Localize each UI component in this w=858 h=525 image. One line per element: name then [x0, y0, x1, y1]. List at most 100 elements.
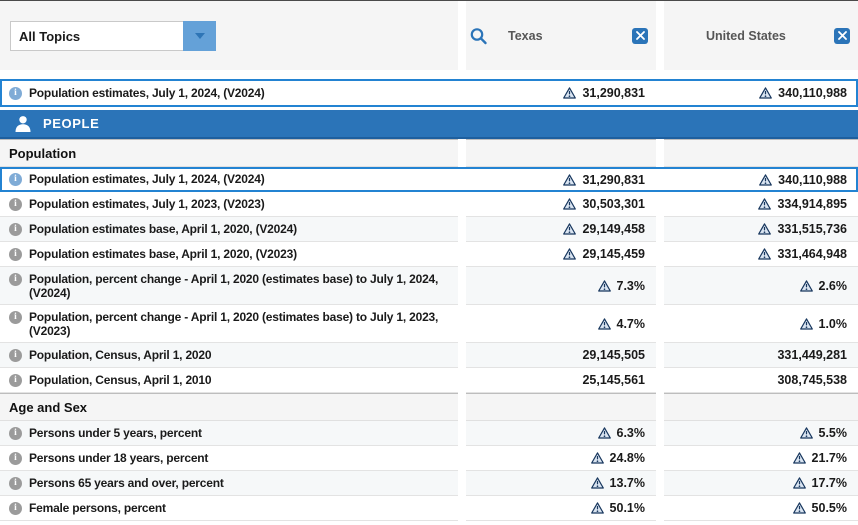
table-row: iPopulation estimates, July 1, 2023, (V2…: [0, 192, 858, 217]
column-gap: [458, 368, 466, 393]
fact-value-cell: 29,149,458: [466, 217, 656, 242]
info-icon[interactable]: i: [9, 198, 22, 211]
table-row: iPopulation estimates, July 1, 2024, (V2…: [0, 167, 858, 192]
fact-label-cell: iPopulation estimates base, April 1, 202…: [0, 242, 458, 267]
fact-value: 331,515,736: [777, 222, 847, 236]
topics-dropdown[interactable]: All Topics: [10, 21, 216, 51]
estimate-flag-icon[interactable]: [800, 318, 813, 330]
estimate-flag-icon[interactable]: [563, 223, 576, 235]
section-header-empty-cell: [466, 139, 656, 167]
estimate-flag-icon[interactable]: [598, 318, 611, 330]
info-icon[interactable]: i: [9, 349, 22, 362]
table-row: iPopulation, Census, April 1, 202029,145…: [0, 343, 858, 368]
fact-label-cell: i Persons 65 years and over, percent: [0, 471, 458, 496]
column-gap: [458, 267, 466, 305]
fact-label: Persons under 5 years, percent: [29, 426, 202, 440]
estimate-flag-icon[interactable]: [563, 174, 576, 186]
estimate-flag-icon[interactable]: [758, 198, 771, 210]
info-icon[interactable]: i: [9, 502, 22, 515]
column-gap: [656, 421, 664, 446]
table-row: iPersons under 18 years, percent24.8%21.…: [0, 446, 858, 471]
column-gap: [458, 496, 466, 521]
estimate-flag-icon[interactable]: [800, 427, 813, 439]
info-icon[interactable]: i: [9, 248, 22, 261]
estimate-flag-icon[interactable]: [793, 477, 806, 489]
column-gap: [656, 79, 664, 107]
column-gap: [656, 139, 664, 167]
fact-label-cell: iPopulation estimates base, April 1, 202…: [0, 217, 458, 242]
fact-value-cell: 25,145,561: [466, 368, 656, 393]
fact-value-cell: 50.5%: [664, 496, 858, 521]
fact-value: 2.6%: [819, 279, 848, 293]
estimate-flag-icon[interactable]: [563, 198, 576, 210]
close-icon[interactable]: [834, 28, 850, 44]
estimate-flag-icon[interactable]: [598, 280, 611, 292]
column-gap: [458, 471, 466, 496]
column-gap: [458, 393, 466, 421]
column-gap: [656, 368, 664, 393]
fact-value-cell: 331,515,736: [664, 217, 858, 242]
column-gap: [458, 217, 466, 242]
fact-value: 6.3%: [617, 426, 646, 440]
search-icon[interactable]: [469, 26, 488, 45]
fact-label: Persons 65 years and over, percent: [29, 476, 224, 490]
section-header-title: Age and Sex: [0, 393, 458, 421]
column-gap: [458, 242, 466, 267]
estimate-flag-icon[interactable]: [563, 248, 576, 260]
estimate-flag-icon[interactable]: [591, 502, 604, 514]
column-gap: [656, 393, 664, 421]
info-icon[interactable]: i: [9, 452, 22, 465]
estimate-flag-icon[interactable]: [759, 174, 772, 186]
estimate-flag-icon[interactable]: [800, 280, 813, 292]
close-icon[interactable]: [632, 28, 648, 44]
fact-label: Population estimates, July 1, 2024, (V20…: [29, 86, 265, 100]
dropdown-arrow-icon[interactable]: [183, 21, 216, 51]
table-row: iFemale persons, percent50.1%50.5%: [0, 496, 858, 521]
fact-value-cell: 331,464,948: [664, 242, 858, 267]
fact-value-cell: 21.7%: [664, 446, 858, 471]
fact-label-cell: iPopulation, percent change - April 1, 2…: [0, 305, 458, 343]
fact-value: 1.0%: [819, 317, 848, 331]
fact-value-cell: 2.6%: [664, 267, 858, 305]
column-gap: [656, 267, 664, 305]
info-icon[interactable]: i: [9, 173, 22, 186]
estimate-flag-icon[interactable]: [598, 427, 611, 439]
estimate-flag-icon[interactable]: [591, 452, 604, 464]
facts-table: PopulationiPopulation estimates, July 1,…: [0, 139, 858, 521]
estimate-flag-icon[interactable]: [759, 87, 772, 99]
info-icon[interactable]: i: [9, 427, 22, 440]
fact-label-cell: iPopulation, Census, April 1, 2020: [0, 343, 458, 368]
fact-value-cell: 1.0%: [664, 305, 858, 343]
person-icon: [13, 115, 33, 133]
fact-label: Population, percent change - April 1, 20…: [29, 272, 450, 300]
info-icon[interactable]: i: [9, 311, 22, 324]
column-gap: [458, 167, 466, 192]
column-gap: [656, 496, 664, 521]
estimate-flag-icon[interactable]: [591, 477, 604, 489]
fact-value: 13.7%: [610, 476, 645, 490]
estimate-flag-icon[interactable]: [563, 87, 576, 99]
info-icon[interactable]: i: [9, 223, 22, 236]
info-icon[interactable]: i: [9, 87, 22, 100]
info-icon[interactable]: i: [9, 374, 22, 387]
table-header: All Topics Texas United States: [0, 1, 858, 70]
section-header-empty-cell: [664, 139, 858, 167]
fact-value-cell: 31,290,831: [466, 167, 656, 192]
info-icon[interactable]: i: [9, 273, 22, 286]
estimate-flag-icon[interactable]: [758, 248, 771, 260]
fact-value: 24.8%: [610, 451, 645, 465]
estimate-flag-icon[interactable]: [793, 452, 806, 464]
estimate-flag-icon[interactable]: [793, 502, 806, 514]
section-banner-people[interactable]: PEOPLE: [0, 110, 858, 139]
fact-value-cell: 4.7%: [466, 305, 656, 343]
table-row: iPopulation, Census, April 1, 201025,145…: [0, 368, 858, 393]
fact-value: 7.3%: [617, 279, 646, 293]
fact-value: 331,449,281: [777, 348, 847, 362]
section-banner-title: PEOPLE: [43, 116, 99, 131]
estimate-flag-icon[interactable]: [758, 223, 771, 235]
column-gap: [656, 192, 664, 217]
column-gap: [458, 421, 466, 446]
info-icon[interactable]: i: [9, 477, 22, 490]
fact-label: Female persons, percent: [29, 501, 166, 515]
fact-value: 4.7%: [617, 317, 646, 331]
